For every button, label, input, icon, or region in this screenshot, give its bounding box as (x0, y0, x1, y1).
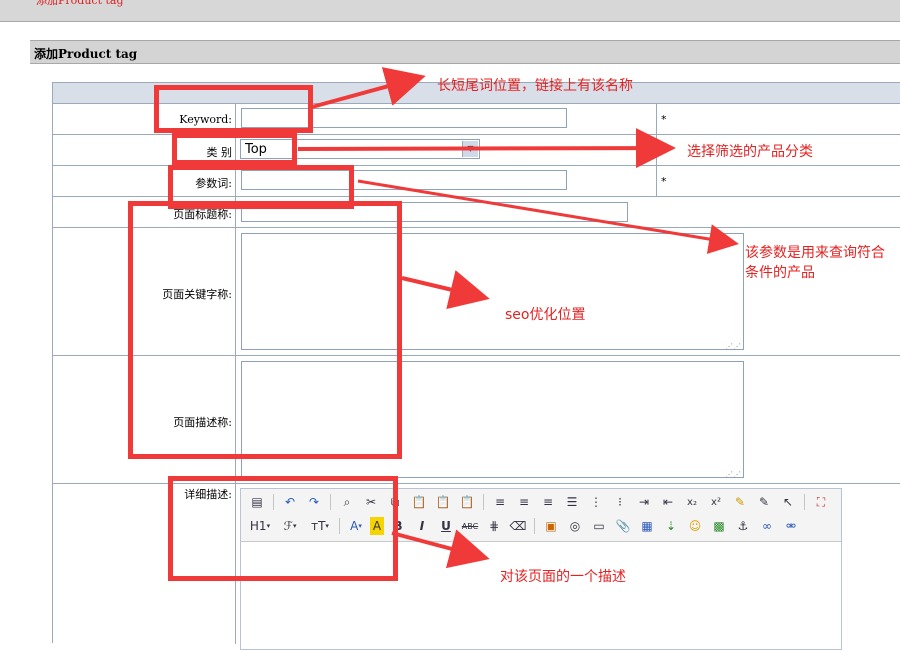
param-note: 该参数是用来查询符合条件的产品 (745, 245, 885, 281)
category-arrow (297, 128, 676, 169)
seo-arrow (401, 270, 490, 310)
keyword-note: 长短尾词位置，链接上有该名称 (437, 78, 633, 94)
category-note: 选择筛选的产品分类 (687, 144, 813, 160)
detail-note: 对该页面的一个描述 (500, 569, 626, 585)
detail-arrow (391, 529, 490, 569)
annotation-arrows (297, 67, 739, 569)
param-arrow (357, 179, 739, 254)
seo-note: seo优化位置 (505, 307, 586, 323)
keyword-arrow (311, 67, 426, 109)
